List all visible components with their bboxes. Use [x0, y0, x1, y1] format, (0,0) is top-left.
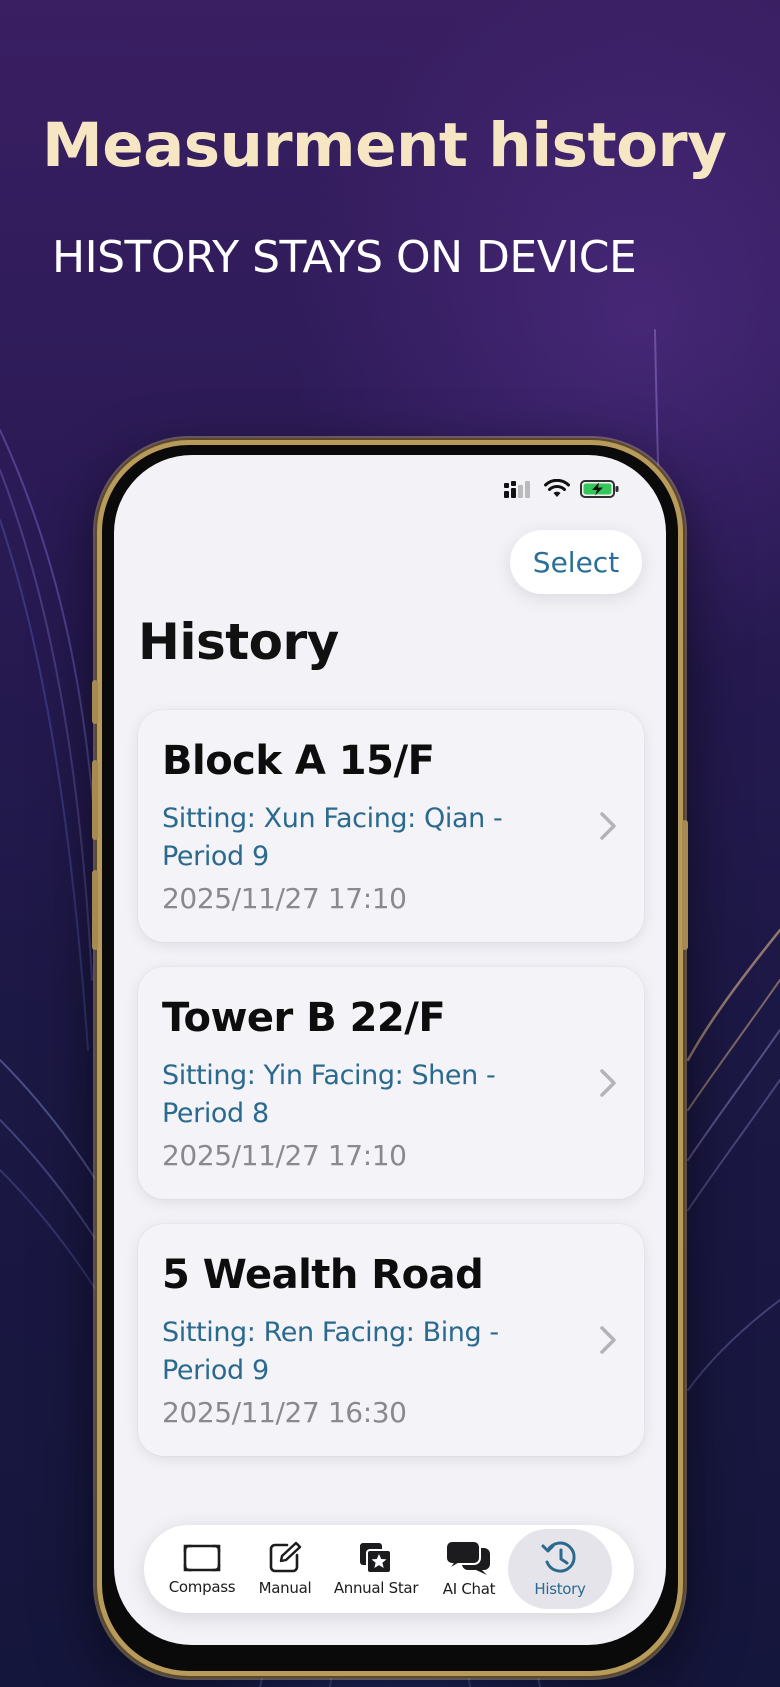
- tab-ai-chat[interactable]: AI Chat: [430, 1525, 508, 1613]
- phone-volume-down-button: [92, 870, 98, 950]
- annual-star-icon: [360, 1543, 392, 1574]
- select-button[interactable]: Select: [510, 530, 642, 594]
- tab-history[interactable]: History: [508, 1529, 612, 1609]
- tab-history-label: History: [534, 1580, 586, 1598]
- history-item-date: 2025/11/27 17:10: [162, 1139, 407, 1172]
- promo-title: Measurment history: [42, 110, 727, 181]
- edit-icon: [269, 1541, 302, 1573]
- tab-bar: Compass Manual Annual Star AI Chat Histo…: [144, 1525, 634, 1613]
- tab-manual-label: Manual: [258, 1579, 312, 1597]
- history-item-name: Block A 15/F: [162, 738, 435, 784]
- history-item-name: Tower B 22/F: [162, 995, 446, 1041]
- compass-icon: [183, 1544, 221, 1572]
- tab-annual-star-label: Annual Star: [333, 1579, 419, 1597]
- chat-icon: [445, 1540, 490, 1575]
- history-item-detail: Sitting: Ren Facing: Bing - Period 9: [162, 1317, 499, 1386]
- chevron-right-icon: [600, 812, 616, 840]
- history-item[interactable]: Tower B 22/F Sitting: Yin Facing: Shen -…: [138, 967, 644, 1199]
- history-item-detail: Sitting: Xun Facing: Qian - Period 9: [162, 803, 503, 872]
- tab-compass-label: Compass: [168, 1578, 236, 1596]
- tab-ai-chat-label: AI Chat: [442, 1580, 496, 1598]
- phone-action-button: [92, 680, 98, 724]
- phone-power-button: [682, 820, 688, 950]
- promo-subtitle: HISTORY STAYS ON DEVICE: [52, 232, 637, 283]
- app-screen: Select History Block A 15/F Sitting: Xun…: [114, 455, 666, 1645]
- wifi-icon: [544, 479, 570, 497]
- tab-compass[interactable]: Compass: [158, 1525, 246, 1613]
- tab-manual[interactable]: Manual: [248, 1525, 322, 1613]
- history-item[interactable]: Block A 15/F Sitting: Xun Facing: Qian -…: [138, 710, 644, 942]
- cellular-signal-icon: [504, 481, 530, 498]
- history-item-detail: Sitting: Yin Facing: Shen - Period 8: [162, 1060, 496, 1129]
- history-item-date: 2025/11/27 16:30: [162, 1396, 407, 1429]
- history-icon: [541, 1541, 576, 1573]
- tab-annual-star[interactable]: Annual Star: [324, 1525, 428, 1613]
- page-title: History: [138, 613, 339, 671]
- chevron-right-icon: [600, 1069, 616, 1097]
- history-item[interactable]: 5 Wealth Road Sitting: Ren Facing: Bing …: [138, 1224, 644, 1456]
- history-item-name: 5 Wealth Road: [162, 1252, 484, 1298]
- status-icons: [504, 479, 620, 499]
- status-bar: [114, 455, 666, 525]
- battery-charging-icon: [580, 480, 619, 498]
- history-item-date: 2025/11/27 17:10: [162, 882, 407, 915]
- phone-volume-up-button: [92, 760, 98, 840]
- chevron-right-icon: [600, 1326, 616, 1354]
- history-list: Block A 15/F Sitting: Xun Facing: Qian -…: [138, 710, 644, 1481]
